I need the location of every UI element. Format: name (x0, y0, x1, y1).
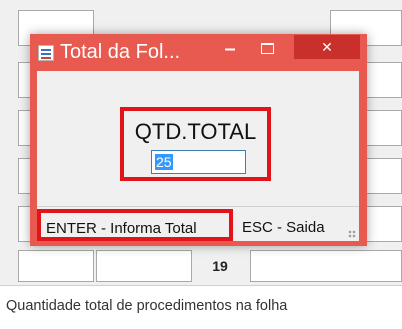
enter-hint-highlight: ENTER - Informa Total (37, 209, 233, 241)
row-number: 19 (194, 250, 246, 282)
grid-cell[interactable] (18, 250, 94, 282)
grid-cell[interactable] (250, 250, 402, 282)
app-status-text: Quantidade total de procedimentos na fol… (6, 298, 288, 314)
close-button[interactable]: ✕ (294, 35, 360, 59)
grid-cell[interactable] (96, 250, 192, 282)
esc-hint: ESC - Saida (242, 219, 325, 236)
dialog-content: QTD.TOTAL 25 ENTER - Informa Total ESC -… (37, 71, 359, 241)
quantity-value: 25 (155, 154, 173, 170)
maximize-button[interactable] (253, 38, 281, 60)
app-status-bar: Quantidade total de procedimentos na fol… (0, 285, 402, 329)
quantity-label: QTD.TOTAL (134, 119, 257, 144)
dialog-status-bar: ENTER - Informa Total ESC - Saida (37, 206, 359, 241)
total-dialog: Total da Fol... – ✕ QTD.TOTAL 25 ENTER -… (30, 34, 367, 246)
enter-hint: ENTER - Informa Total (46, 220, 197, 237)
quantity-input[interactable]: 25 (151, 150, 246, 174)
app-icon (38, 45, 54, 61)
resize-grip-icon[interactable] (348, 230, 356, 238)
minimize-button[interactable]: – (216, 38, 244, 60)
dialog-title: Total da Fol... (60, 41, 181, 63)
quantity-panel: QTD.TOTAL 25 (120, 107, 271, 181)
dialog-title-bar[interactable]: Total da Fol... – ✕ (30, 34, 367, 70)
